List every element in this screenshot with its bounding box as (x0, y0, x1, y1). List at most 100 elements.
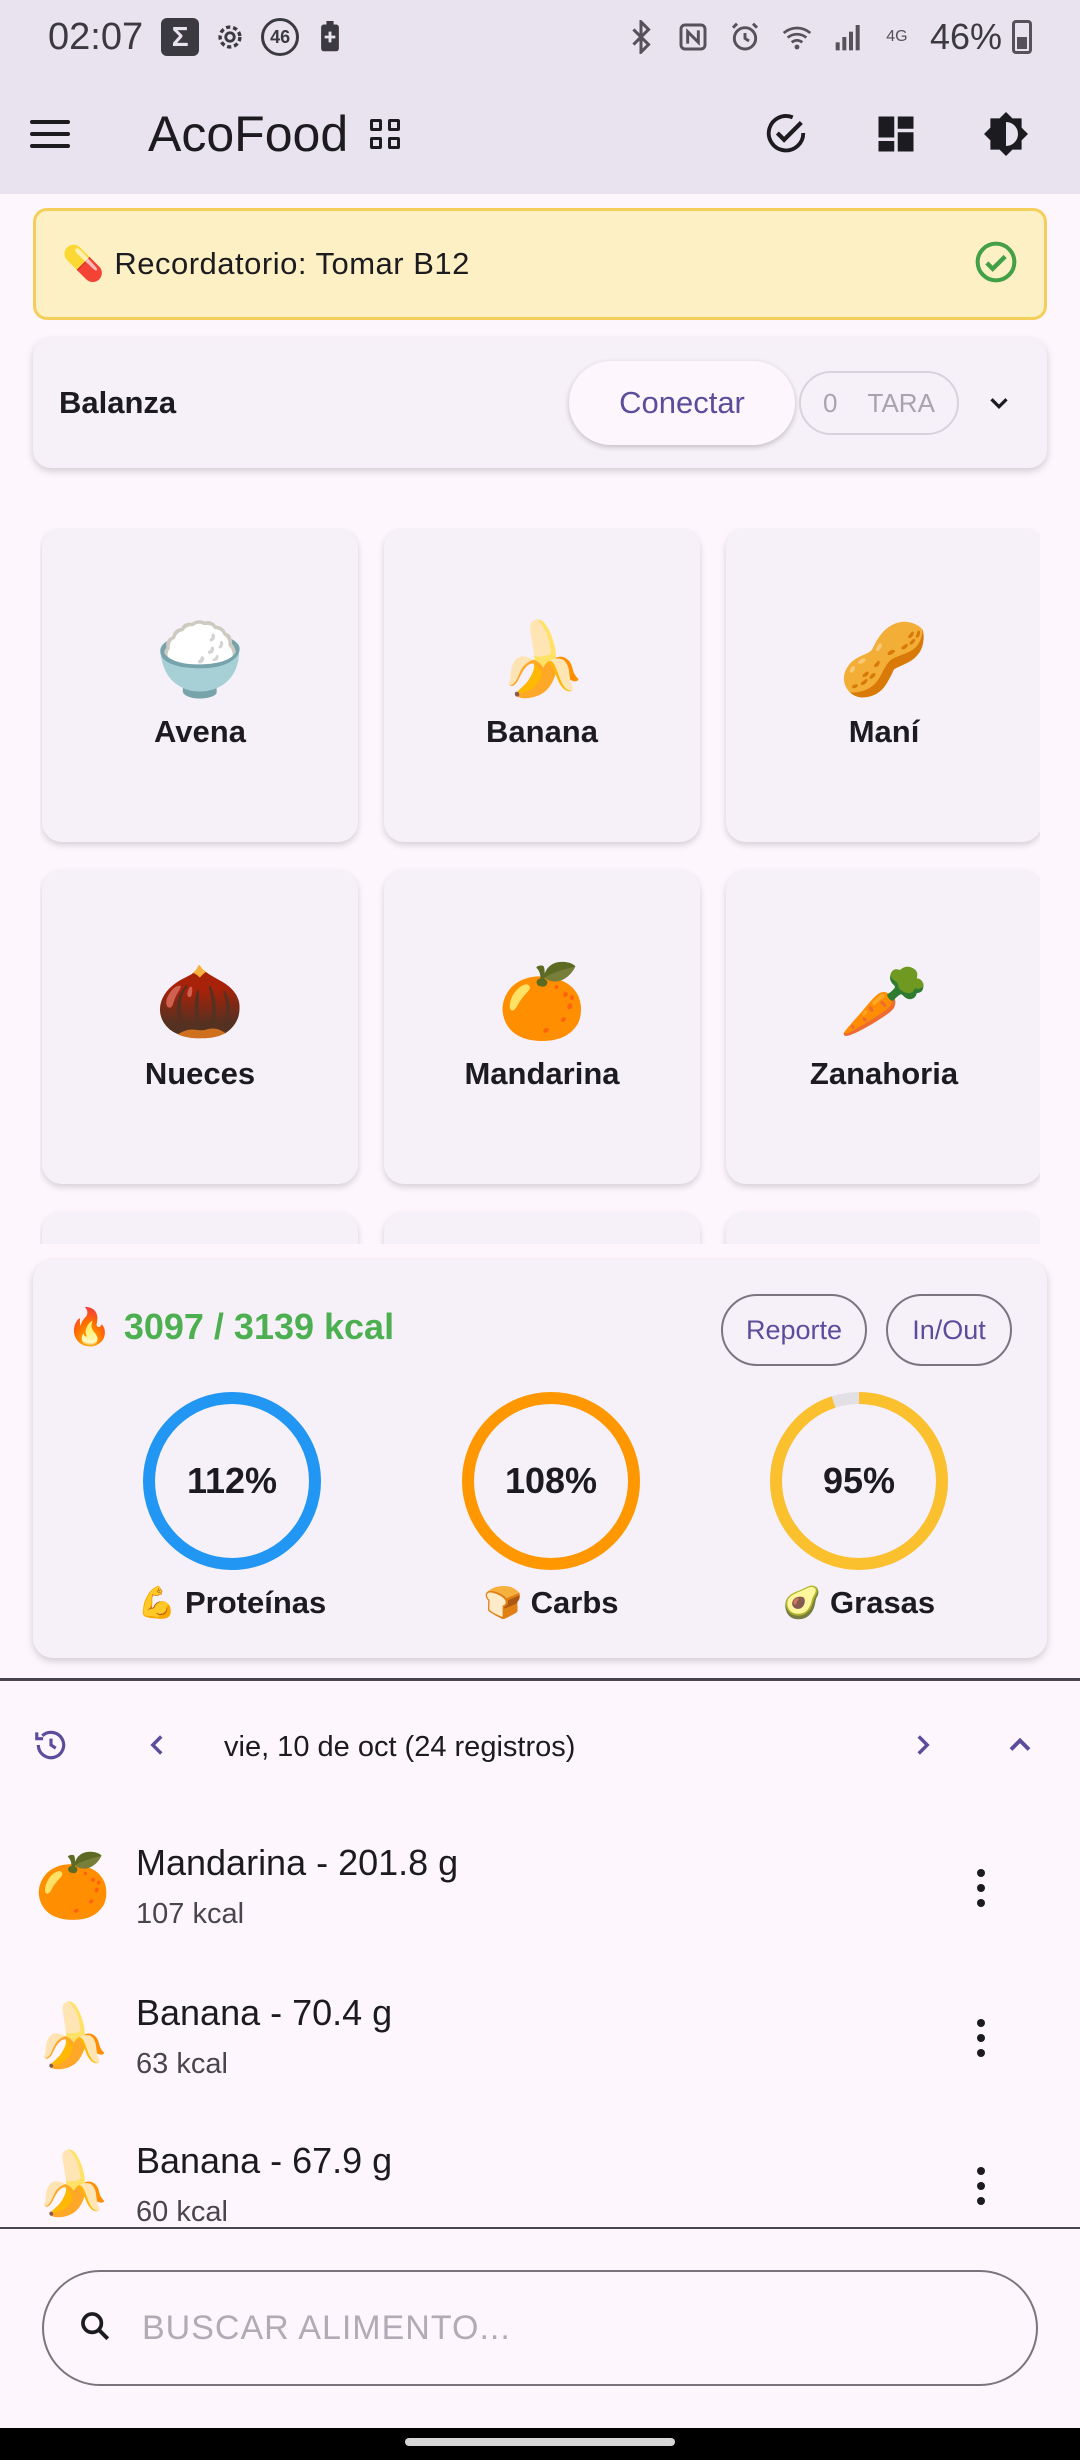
chestnut-icon: 🌰 (155, 962, 245, 1042)
food-card-partial[interactable] (42, 1212, 358, 1244)
log-title: Banana - 70.4 g (136, 1992, 393, 2033)
settings-gear-icon (211, 18, 249, 56)
brightness-theme-icon[interactable] (982, 110, 1030, 158)
food-card-partial[interactable] (726, 1212, 1040, 1244)
fats-ring: 95% 🥑 Grasas (739, 1388, 979, 1621)
history-icon[interactable] (32, 1726, 70, 1769)
alarm-icon (726, 18, 764, 56)
food-card-partial[interactable] (384, 1212, 700, 1244)
chevron-left-icon[interactable] (140, 1728, 174, 1767)
carrot-icon: 🥕 (839, 962, 929, 1042)
food-name: Maní (848, 714, 920, 749)
food-card[interactable]: 🥕 Zanahoria (726, 870, 1040, 1184)
tara-label: TARA (867, 387, 935, 418)
more-vert-icon[interactable] (966, 2008, 996, 2068)
check-done-icon[interactable] (974, 240, 1018, 289)
protein-ring: 112% 💪 Proteínas (112, 1388, 352, 1621)
macro-label: 🥑 Grasas (782, 1585, 936, 1620)
system-nav-bar (0, 2428, 1080, 2460)
network-badge-icon: 46 (261, 18, 300, 56)
tara-button[interactable]: 0 TARA (799, 371, 959, 435)
dashboard-icon[interactable] (872, 110, 920, 158)
food-card[interactable]: 🥜 Maní (726, 528, 1040, 842)
fire-icon: 🔥 (67, 1306, 112, 1347)
food-card[interactable]: 🍊 Mandarina (384, 870, 700, 1184)
rice-bowl-icon: 🍚 (155, 620, 245, 700)
macro-label: 💪 Proteínas (137, 1585, 327, 1620)
tangerine-icon: 🍊 (34, 1852, 112, 1921)
food-name: Nueces (144, 1056, 256, 1091)
log-kcal: 63 kcal (136, 2048, 228, 2080)
scale-card: Balanza Conectar 0 TARA (33, 338, 1047, 468)
list-item[interactable]: 🍊 Mandarina - 201.8 g 107 kcal (0, 1814, 1080, 1964)
reminder-banner[interactable]: 💊 Recordatorio: Tomar B12 (33, 208, 1047, 320)
nfc-icon (674, 18, 712, 56)
nutrition-summary-card: 🔥 3097 / 3139 kcal Reporte In/Out 112% 💪… (33, 1260, 1047, 1658)
sigma-icon: Σ (161, 18, 200, 56)
app-bar-actions (762, 110, 1050, 158)
wifi-icon (778, 18, 816, 56)
banana-icon: 🍌 (34, 2002, 112, 2071)
list-item[interactable]: 🍌 Banana - 70.4 g 63 kcal (0, 1964, 1080, 2114)
in-out-button[interactable]: In/Out (886, 1294, 1012, 1366)
status-bar: 02:07 Σ 46 4G 46% (0, 0, 1080, 74)
status-time: 02:07 (48, 15, 144, 58)
more-vert-icon[interactable] (966, 2156, 996, 2216)
check-circle-icon[interactable] (762, 110, 810, 158)
log-kcal: 107 kcal (136, 1898, 245, 1930)
ring-percent: 108% (505, 1460, 597, 1501)
food-name: Banana (486, 714, 598, 749)
log-kcal: 60 kcal (136, 2196, 228, 2228)
kcal-total: 🔥 3097 / 3139 kcal (67, 1306, 394, 1348)
food-name: Mandarina (464, 1056, 620, 1091)
ring-chart: 95% (770, 1392, 948, 1570)
log-title: Mandarina - 201.8 g (136, 1842, 459, 1883)
macro-label: 🍞 Carbs (483, 1585, 619, 1620)
more-vert-icon[interactable] (966, 1858, 996, 1918)
food-log-list: 🍊 Mandarina - 201.8 g 107 kcal 🍌 Banana … (0, 1814, 1080, 2228)
list-item[interactable]: 🍌 Banana - 67.9 g 60 kcal (0, 2112, 1080, 2228)
search-icon (78, 2309, 112, 2348)
food-grid: 🍚 Avena 🍌 Banana 🥜 Maní 🌰 Nueces 🍊 Manda… (40, 528, 1040, 1244)
signal-icon (830, 18, 868, 56)
bottom-divider (0, 2227, 1080, 2229)
carbs-ring: 108% 🍞 Carbs (431, 1388, 671, 1621)
home-gesture-handle[interactable] (405, 2438, 675, 2446)
food-card[interactable]: 🍌 Banana (384, 528, 700, 842)
food-card[interactable]: 🍚 Avena (42, 528, 358, 842)
date-label: vie, 10 de oct (24 registros) (224, 1730, 576, 1763)
ring-percent: 95% (823, 1460, 895, 1501)
reminder-text: Recordatorio: Tomar B12 (114, 246, 470, 281)
pill-icon: 💊 (62, 245, 105, 283)
peanut-icon: 🥜 (839, 620, 929, 700)
banana-icon: 🍌 (34, 2150, 112, 2219)
app-title: AcoFood (148, 106, 349, 162)
food-name: Zanahoria (809, 1056, 959, 1091)
log-title: Banana - 67.9 g (136, 2140, 393, 2181)
chevron-up-icon[interactable] (1002, 1727, 1038, 1768)
status-right: 4G 46% (622, 16, 1032, 58)
report-button[interactable]: Reporte (721, 1294, 867, 1366)
chevron-down-icon[interactable] (977, 381, 1021, 425)
connect-button[interactable]: Conectar (569, 361, 795, 445)
lte-icon: 4G (886, 28, 908, 45)
app-bar: AcoFood (0, 74, 1080, 194)
battery-icon (1012, 20, 1032, 54)
section-divider (0, 1678, 1080, 1681)
battery-percent: 46% (929, 16, 1002, 57)
ring-chart: 112% (143, 1392, 321, 1570)
food-name: Avena (154, 714, 246, 749)
tangerine-icon: 🍊 (497, 962, 587, 1042)
banana-icon: 🍌 (497, 620, 587, 700)
bluetooth-icon (622, 18, 660, 56)
search-bar[interactable] (42, 2270, 1038, 2386)
kcal-text: 3097 / 3139 kcal (123, 1306, 395, 1347)
search-input[interactable] (142, 2308, 962, 2348)
grid-view-icon[interactable] (370, 119, 401, 149)
scale-weight: 0 (823, 387, 838, 418)
food-card[interactable]: 🌰 Nueces (42, 870, 358, 1184)
battery-saver-icon (311, 18, 349, 56)
chevron-right-icon[interactable] (906, 1728, 940, 1767)
menu-icon[interactable] (30, 106, 86, 162)
ring-chart: 108% (462, 1392, 640, 1570)
